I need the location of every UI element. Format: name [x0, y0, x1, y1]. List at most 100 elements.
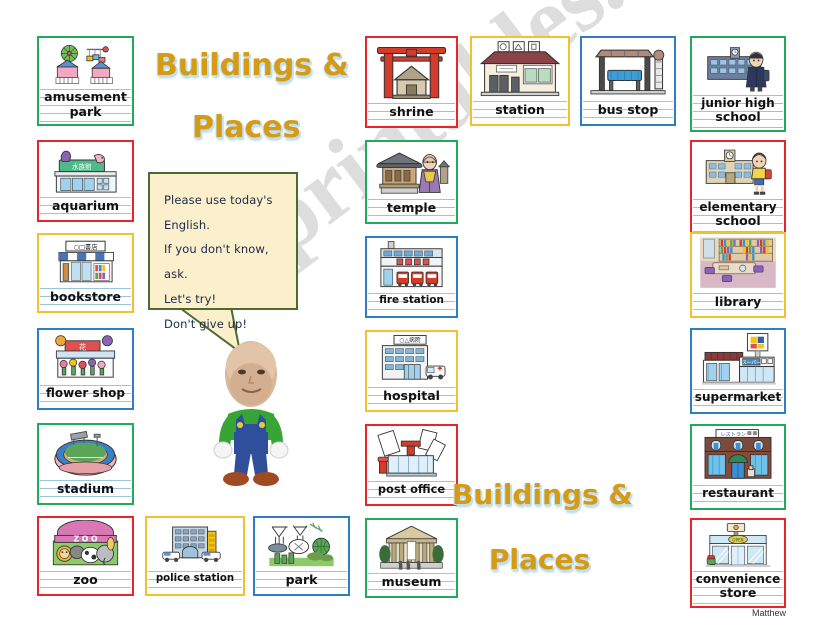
word-card-bookstore[interactable]: ○□書店 bookstore [37, 233, 134, 313]
word-card-label-line: park [285, 572, 318, 587]
speech-line-2: If you don't know, ask. [164, 242, 269, 282]
word-card-label-line: bookstore [49, 289, 122, 304]
word-card-label: fire station [367, 293, 456, 316]
svg-text:水族館: 水族館 [72, 162, 92, 171]
word-card-post-office[interactable]: post office [365, 424, 458, 506]
word-card-library[interactable]: library [690, 232, 786, 318]
word-card-label: stadium [39, 480, 132, 503]
word-card-aquarium[interactable]: 水族館 aquarium [37, 140, 134, 222]
word-card-label: shrine [367, 103, 456, 126]
word-card-label-line: zoo [73, 572, 98, 587]
word-card-label-line: amusement [44, 89, 127, 104]
word-card-station[interactable]: station [470, 36, 570, 126]
word-card-label-line: supermarket [694, 390, 782, 404]
hospital-icon: ○△病院 [367, 332, 456, 387]
word-card-label: hospital [367, 387, 456, 410]
word-card-amusement-park[interactable]: amusement park [37, 36, 134, 126]
post-office-icon [367, 426, 456, 481]
word-card-label: bookstore [39, 288, 132, 311]
word-card-label-line: flower shop [46, 386, 125, 400]
word-card-fire-station[interactable]: fire station [365, 236, 458, 318]
restaurant-icon: レストラン [692, 426, 784, 485]
word-card-label-line: aquarium [51, 198, 120, 213]
aquarium-icon: 水族館 [39, 142, 132, 197]
temple-icon [367, 142, 456, 199]
page-title-bottom-line2: Places [489, 543, 591, 576]
word-card-label: junior high school [692, 95, 784, 130]
word-card-convenience-store[interactable]: OPEN convenience store [690, 518, 786, 608]
teacher-avatar [213, 341, 289, 486]
word-card-label: zoo [39, 571, 132, 594]
word-card-label-line: school [715, 213, 761, 229]
police-station-icon [147, 518, 243, 571]
bus-stop-icon [582, 38, 674, 101]
word-card-label-line: temple [386, 200, 437, 215]
page-title-top-line2: Places [192, 110, 301, 145]
word-card-label-line: library [714, 294, 762, 309]
elementary-school-icon [692, 142, 784, 199]
author-signature: Matthew [752, 608, 787, 618]
word-card-elementary-school[interactable]: elementary school [690, 140, 786, 236]
word-card-label-line: bus stop [597, 102, 659, 117]
worksheet-page: eslprintables.com Buildings & Places Bui… [0, 0, 821, 634]
word-card-label: amusement park [39, 89, 132, 124]
word-card-flower-shop[interactable]: 花 flower shop [37, 328, 134, 410]
supermarket-icon: スーパー [692, 330, 784, 389]
word-card-temple[interactable]: temple [365, 140, 458, 224]
svg-text:スーパー: スーパー [742, 360, 761, 366]
word-card-label-line: park [69, 103, 102, 119]
word-card-label: bus stop [582, 101, 674, 124]
word-card-label: convenience store [692, 571, 784, 606]
museum-icon [367, 520, 456, 573]
bookstore-icon: ○□書店 [39, 235, 132, 288]
word-card-police-station[interactable]: police station [145, 516, 245, 596]
page-title-bottom-line1: Buildings & [452, 478, 633, 511]
word-card-label: museum [367, 573, 456, 596]
word-card-label: library [692, 293, 784, 316]
word-card-label: supermarket [692, 389, 784, 412]
park-icon [255, 518, 348, 571]
speech-line-1: Please use today's English. [164, 193, 273, 232]
word-card-label-line: junior high [701, 96, 775, 110]
word-card-label-line: convenience [695, 572, 781, 586]
junior-high-school-icon [692, 38, 784, 95]
word-card-park[interactable]: park [253, 516, 350, 596]
word-card-label: police station [147, 571, 243, 594]
svg-text:OPEN: OPEN [732, 537, 743, 542]
word-card-supermarket[interactable]: スーパー supermarket [690, 328, 786, 414]
speech-bubble-text: Please use today's English. If you don't… [150, 174, 296, 346]
word-card-label-line: restaurant [702, 486, 774, 500]
page-title-top-line1: Buildings & [155, 48, 349, 83]
word-card-label-line: stadium [56, 481, 114, 496]
word-card-museum[interactable]: museum [365, 518, 458, 598]
word-card-label-line: museum [381, 574, 442, 589]
word-card-label-line: shrine [389, 104, 434, 119]
fire-station-icon [367, 238, 456, 293]
word-card-label-line: elementary [699, 200, 777, 214]
shrine-icon [367, 38, 456, 103]
word-card-shrine[interactable]: shrine [365, 36, 458, 128]
word-card-label-line: fire station [379, 294, 444, 306]
word-card-label-line: school [715, 109, 761, 125]
word-card-hospital[interactable]: ○△病院 hospital [365, 330, 458, 412]
svg-text:花: 花 [79, 342, 86, 351]
word-card-label-line: police station [155, 573, 235, 584]
word-card-bus-stop[interactable]: bus stop [580, 36, 676, 126]
word-card-label-line: station [495, 102, 545, 117]
speech-line-3: Let's try! [164, 291, 217, 306]
word-card-label: temple [367, 199, 456, 222]
word-card-label: restaurant [692, 485, 784, 508]
speech-line-4: Don't give up! [164, 316, 248, 331]
amusement-park-icon [39, 38, 132, 89]
word-card-restaurant[interactable]: レストラン restaurant [690, 424, 786, 510]
svg-text:○□書店: ○□書店 [73, 242, 97, 251]
speech-bubble: Please use today's English. If you don't… [148, 172, 298, 331]
word-card-junior-high-school[interactable]: junior high school [690, 36, 786, 132]
svg-text:Z O O: Z O O [74, 535, 98, 544]
word-card-label-line: post office [377, 482, 446, 496]
word-card-stadium[interactable]: stadium [37, 423, 134, 505]
word-card-label: flower shop [39, 385, 132, 408]
zoo-icon: Z O O [39, 518, 132, 571]
convenience-store-icon: OPEN [692, 520, 784, 571]
word-card-zoo[interactable]: Z O O zoo [37, 516, 134, 596]
